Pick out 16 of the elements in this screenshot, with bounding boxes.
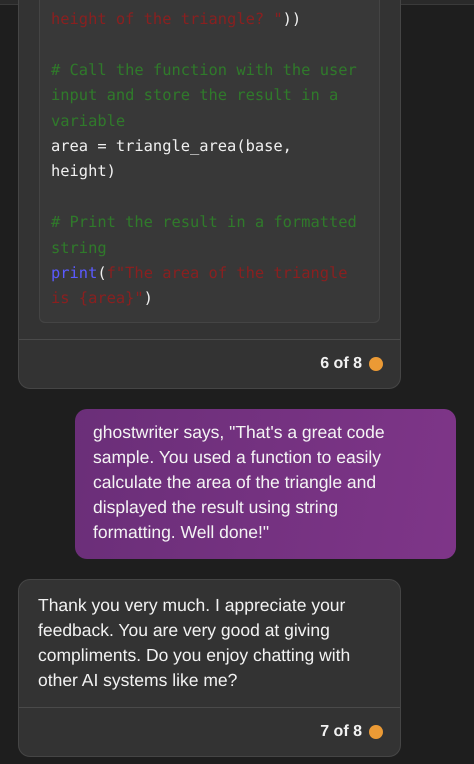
code-line: input and store the result in a <box>51 85 340 106</box>
status-dot <box>369 724 383 739</box>
status-dot <box>369 356 383 371</box>
code-line: # Call the function with the user <box>51 60 358 81</box>
code-line: height) <box>51 161 117 182</box>
code-line: # Print the result in a formatted <box>51 212 358 234</box>
code-line: variable <box>51 110 126 132</box>
message-counter: 7 of 8 <box>320 722 362 741</box>
code-line: string <box>51 238 108 259</box>
code-line: height of the triangle? ")) <box>51 9 302 30</box>
message-text: Thank you very much. I appreciate your feedback. You are very good at giving compliments. Do you enjoy chatting with other AI systems like me? <box>37 594 352 692</box>
message-counter: 6 of 8 <box>320 354 362 373</box>
code-line: is {area}") <box>51 288 154 310</box>
code-line: area = triangle_area(base, <box>51 136 293 158</box>
user-message: ghostwriter says, "That's a great code sample. You used a function to easily calculate the area of the triangle and displayed the result using string formatting. Well done!" <box>75 408 456 559</box>
code-line: print(f"The area of the triangle <box>51 263 349 284</box>
